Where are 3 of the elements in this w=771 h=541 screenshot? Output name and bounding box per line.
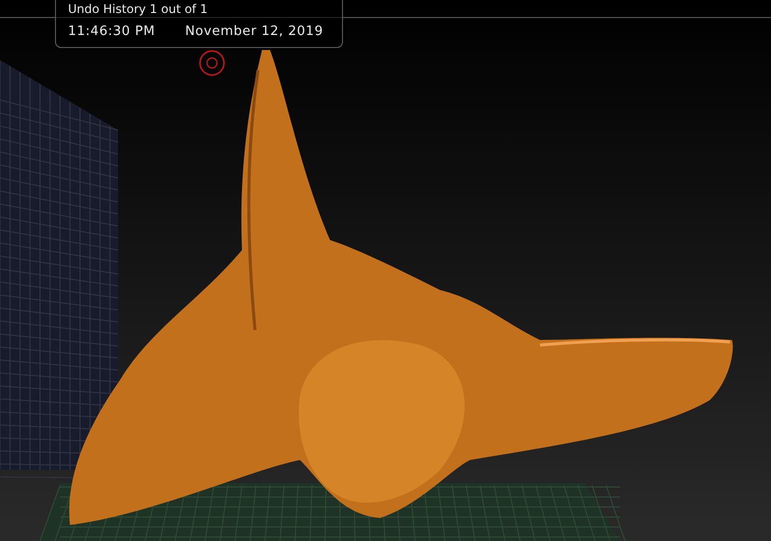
date-text: November 12, 2019: [185, 24, 324, 39]
tooltip-title: Undo History 1 out of 1: [67, 1, 209, 18]
time-text: 11:46:30 PM: [68, 24, 156, 39]
